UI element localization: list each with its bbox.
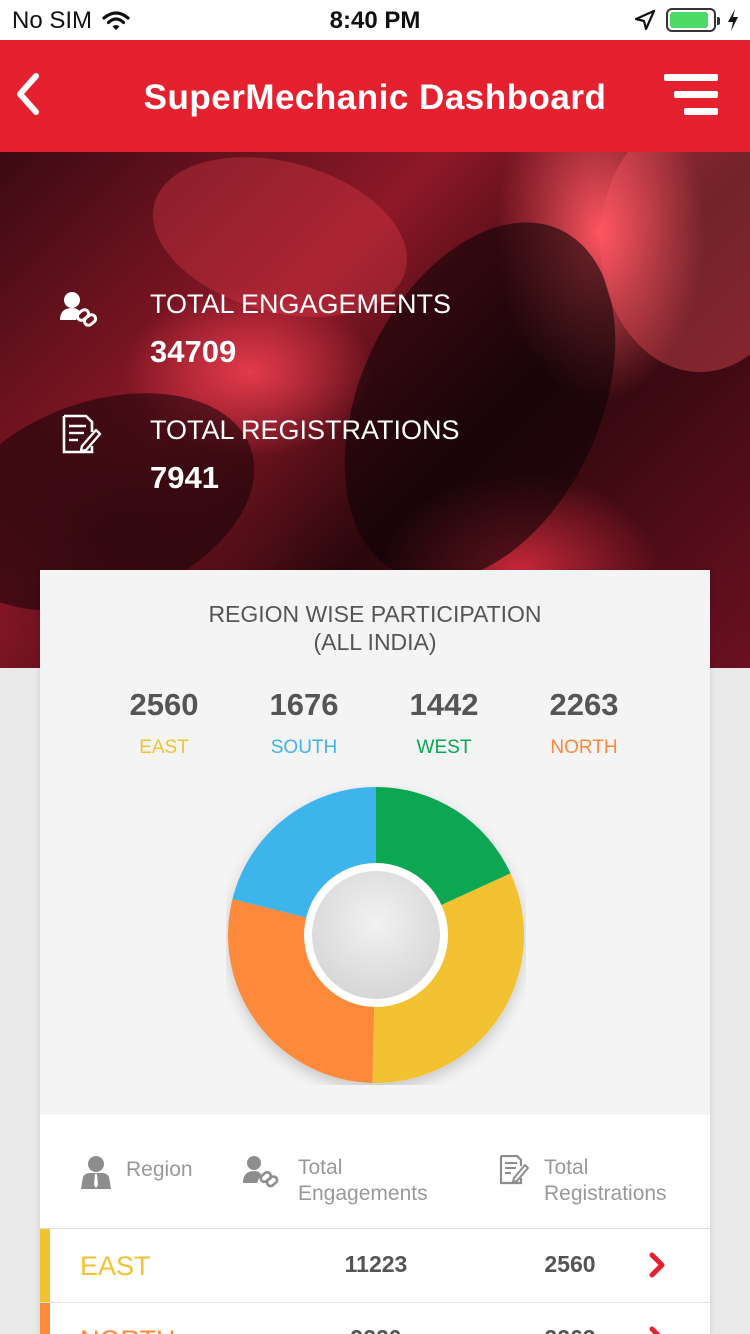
table-row-east[interactable]: EAST 11223 2560 (40, 1229, 710, 1303)
person-icon (81, 1156, 111, 1189)
menu-button[interactable] (664, 74, 718, 116)
user-link-icon (60, 292, 98, 327)
page-title: SuperMechanic Dashboard (143, 78, 607, 117)
battery-fill (670, 12, 708, 28)
donut-chart-svg (227, 787, 524, 1083)
stat-text: TOTAL ENGAGEMENTS 34709 (150, 288, 451, 370)
menu-icon-line (674, 91, 718, 98)
column-header-registrations-line2: Registrations (544, 1182, 667, 1205)
participation-title-line1: REGION WISE PARTICIPATION (208, 601, 542, 627)
donut-hole (312, 871, 440, 999)
column-header-region: Region (80, 1155, 193, 1189)
row-engagements: 9220 (308, 1325, 444, 1334)
total-registrations-stat: TOTAL REGISTRATIONS 7941 (56, 414, 460, 496)
total-registrations-value: 7941 (150, 460, 219, 495)
total-engagements-value: 34709 (150, 334, 237, 369)
region-donut-chart (226, 785, 526, 1085)
total-engagements-stat: TOTAL ENGAGEMENTS 34709 (56, 288, 451, 370)
region-stat-north[interactable]: 2263 NORTH (514, 687, 654, 759)
location-arrow-icon (634, 9, 656, 31)
row-registrations: 2560 (544, 1251, 596, 1277)
region-stat-name: EAST (139, 737, 189, 758)
status-bar: No SIM 8:40 PM (0, 0, 750, 40)
region-stat-value: 2560 (129, 687, 199, 722)
region-stat-east[interactable]: 2560 EAST (94, 687, 234, 759)
status-right (634, 8, 740, 32)
column-header-engagements-label: Total Engagements (298, 1155, 428, 1207)
hero-bg-shape (600, 152, 750, 372)
region-stat-south[interactable]: 1676 SOUTH (234, 687, 374, 759)
row-engagements: 11223 (344, 1251, 408, 1277)
column-header-registrations-label: Total Registrations (544, 1155, 667, 1207)
battery-tip (717, 17, 720, 25)
row-registrations: 2263 (520, 1325, 620, 1334)
column-header-registrations: Total Registrations (498, 1155, 667, 1207)
participation-title-line2: (ALL INDIA) (313, 629, 437, 655)
participation-title: REGION WISE PARTICIPATION (ALL INDIA) (40, 600, 710, 656)
column-header-engagements-line1: Total (298, 1156, 343, 1179)
column-header-registrations-line1: Total (544, 1156, 589, 1179)
column-header-region-label: Region (126, 1158, 193, 1181)
region-stat-west[interactable]: 1442 WEST (374, 687, 514, 759)
charging-bolt-icon (728, 9, 738, 31)
chevron-right-icon[interactable] (644, 1325, 670, 1334)
region-color-bar (40, 1303, 50, 1334)
document-edit-icon (62, 414, 102, 454)
total-engagements-label: TOTAL ENGAGEMENTS (150, 289, 452, 319)
menu-icon (664, 74, 718, 81)
column-header-engagements: Total Engagements (242, 1155, 428, 1207)
battery-icon (666, 8, 720, 32)
menu-icon-line (684, 108, 718, 115)
total-registrations-label: TOTAL REGISTRATIONS (150, 415, 460, 445)
user-link-icon (243, 1156, 279, 1188)
row-region-name: NORTH (80, 1325, 176, 1334)
column-header-engagements-line2: Engagements (298, 1182, 428, 1205)
region-table: Region Total Engagements Total Registrat… (40, 1115, 710, 1334)
chevron-right-icon[interactable] (644, 1251, 670, 1279)
table-row-north[interactable]: NORTH 9220 2263 (40, 1303, 710, 1334)
region-stat-value: 1676 (269, 687, 339, 722)
table-header: Region Total Engagements Total Registrat… (40, 1115, 710, 1229)
row-region-name: EAST (80, 1251, 151, 1281)
participation-card: REGION WISE PARTICIPATION (ALL INDIA) 25… (40, 570, 710, 1334)
region-stat-name: NORTH (550, 737, 618, 758)
stat-text: TOTAL REGISTRATIONS 7941 (150, 414, 460, 496)
region-stat-value: 1442 (409, 687, 479, 722)
app-header: SuperMechanic Dashboard (0, 40, 750, 152)
region-color-bar (40, 1229, 50, 1302)
document-edit-icon (499, 1155, 529, 1185)
region-stat-name: WEST (416, 737, 472, 758)
region-stat-name: SOUTH (270, 737, 338, 758)
region-stat-value: 2263 (549, 687, 619, 722)
